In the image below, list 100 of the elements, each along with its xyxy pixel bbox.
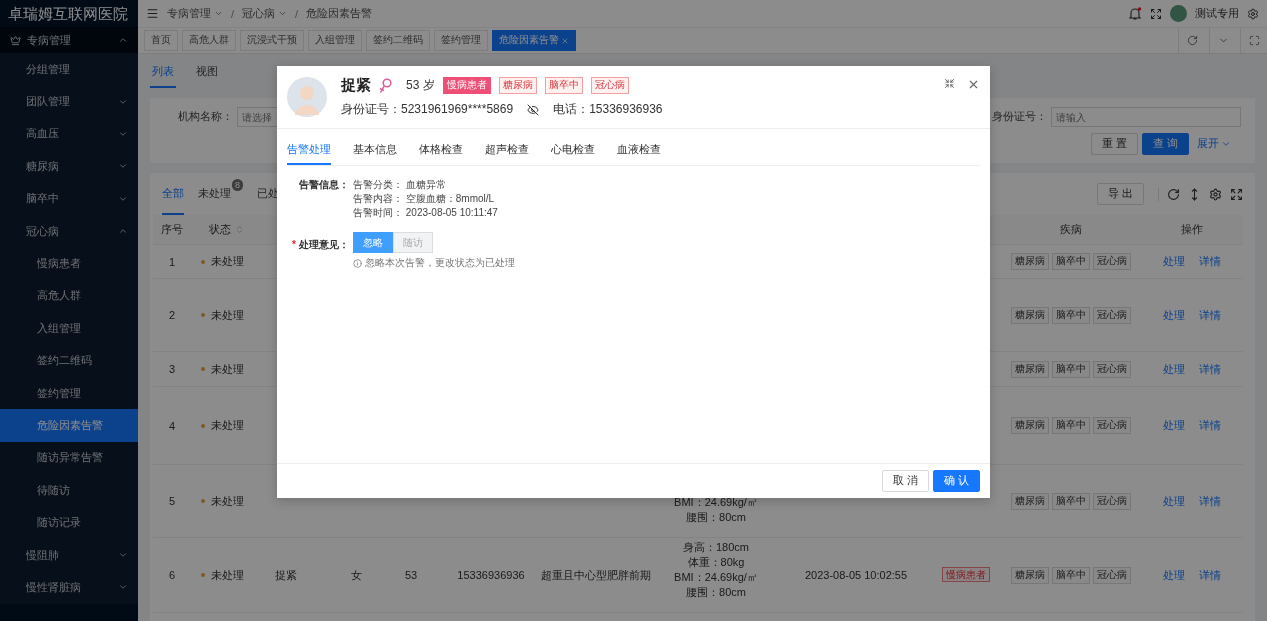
eye-off-icon[interactable] xyxy=(527,103,540,116)
crown-icon xyxy=(10,34,21,46)
refresh-icon[interactable] xyxy=(1167,187,1180,201)
fullscreen-icon xyxy=(1248,35,1260,46)
dialog-tab[interactable]: 血液检查 xyxy=(617,143,661,165)
settings-icon[interactable] xyxy=(1209,187,1222,201)
view-tab[interactable]: 视图 xyxy=(194,64,220,88)
hint-text: 忽略本次告警，更改状态为已处理 xyxy=(365,256,515,270)
page-tab[interactable]: 首页 xyxy=(144,30,178,51)
menu-item[interactable]: 高血压 xyxy=(0,117,138,151)
page-tab[interactable]: 高危人群 xyxy=(182,30,236,51)
id-number: 身份证号：5231961969****5869 xyxy=(341,101,514,118)
page-tab[interactable]: 危险因素告警 xyxy=(492,30,576,51)
action-link[interactable]: 处理 xyxy=(1163,567,1185,583)
page-tab[interactable]: 签约二维码 xyxy=(366,30,430,51)
menu-item[interactable]: 高危人群 xyxy=(0,279,138,313)
action-link[interactable]: 详情 xyxy=(1199,307,1221,323)
patient-name: 捉紧 xyxy=(341,76,371,95)
dialog-tab[interactable]: 告警处理 xyxy=(287,143,331,165)
input-field[interactable]: 请输入 xyxy=(1051,107,1241,127)
menu-item[interactable]: 随访记录 xyxy=(0,506,138,539)
action-link[interactable]: 处理 xyxy=(1163,254,1185,269)
disease-tag: 冠心病 xyxy=(1093,306,1131,324)
collapse-icon[interactable] xyxy=(944,78,955,89)
settings-icon[interactable] xyxy=(1247,7,1259,20)
action-link[interactable]: 处理 xyxy=(1163,493,1185,509)
breadcrumb-item[interactable]: 专病管理 xyxy=(167,6,223,21)
action-link[interactable]: 详情 xyxy=(1199,254,1221,269)
cancel-button[interactable]: 取 消 xyxy=(882,470,930,492)
dialog-tab[interactable]: 心电检查 xyxy=(551,143,595,165)
measure-text: BMI：24.69kg/㎡ xyxy=(674,495,758,510)
field-label: 告警信息： xyxy=(298,178,349,192)
option-button[interactable]: 随访 xyxy=(393,232,433,253)
menu-item[interactable]: 随访异常告警 xyxy=(0,441,138,475)
expand-link[interactable]: 展开 xyxy=(1193,137,1235,151)
page-tab[interactable]: 沉浸式干预 xyxy=(240,30,304,51)
action-link[interactable]: 详情 xyxy=(1199,493,1221,509)
menu-item[interactable]: 冠心病 xyxy=(0,214,138,248)
status-text: 未处理 xyxy=(211,567,244,583)
breadcrumb-item[interactable]: 危险因素告警 xyxy=(306,6,373,21)
menu-item[interactable]: 危险因素告警 xyxy=(0,409,138,442)
menu-item[interactable]: 专病管理 xyxy=(0,27,138,53)
fullscreen-icon[interactable] xyxy=(1230,187,1243,201)
measure-text: 体重：80kg xyxy=(687,555,745,570)
breadcrumb-item[interactable]: 冠心病 xyxy=(242,6,288,21)
menu-item[interactable]: 慢阻肺 xyxy=(0,538,138,572)
menu-item[interactable]: 糖尿病 xyxy=(0,150,138,183)
table-cell-text: 6 xyxy=(167,569,177,581)
chevron-down-icon xyxy=(214,9,223,18)
view-tab[interactable]: 列表 xyxy=(150,64,176,88)
dialog-tab[interactable]: 基本信息 xyxy=(353,143,397,165)
fullscreen-icon[interactable] xyxy=(1150,7,1162,20)
user-name[interactable]: 测试专用 xyxy=(1195,6,1239,21)
filter-tab[interactable]: 未处理 8 xyxy=(198,173,243,215)
info-icon xyxy=(353,258,362,268)
patient-tag: 慢病患者 xyxy=(942,567,990,582)
dialog-tab[interactable]: 超声检查 xyxy=(485,143,529,165)
page-tab[interactable]: 入组管理 xyxy=(308,30,362,51)
close-icon[interactable] xyxy=(967,78,980,91)
phone-number: 电话：15336936936 xyxy=(553,101,663,118)
action-link[interactable]: 详情 xyxy=(1199,418,1221,433)
page-tab[interactable]: 签约管理 xyxy=(434,30,488,51)
reset-button[interactable]: 重 置 xyxy=(1091,133,1139,155)
chevron-down-icon xyxy=(278,9,288,18)
table-cell-text: 1 xyxy=(167,255,177,268)
table-cell: 超重且中心型肥胖前期 xyxy=(541,567,651,583)
menu-item[interactable]: 慢性肾脏病 xyxy=(0,571,138,604)
menu-item[interactable]: 入组管理 xyxy=(0,312,138,345)
menu-item[interactable]: 团队管理 xyxy=(0,85,138,118)
disease-tag: 脑卒中 xyxy=(1052,306,1090,324)
menu-item[interactable]: 脑卒中 xyxy=(0,182,138,215)
export-button[interactable]: 导 出 xyxy=(1097,183,1144,205)
action-link[interactable]: 处理 xyxy=(1163,361,1185,377)
breadcrumb-separator: / xyxy=(231,7,235,20)
measure-text: 身高：180cm xyxy=(683,540,749,555)
bell-icon[interactable] xyxy=(1128,6,1142,21)
action-link[interactable]: 处理 xyxy=(1163,307,1185,323)
search-button[interactable]: 查 询 xyxy=(1142,133,1189,155)
measure-text: 腰围：80cm xyxy=(686,585,746,600)
alert-info-text: 告警分类： 血糖异常 xyxy=(353,178,447,192)
menu-item[interactable]: 签约二维码 xyxy=(0,344,138,377)
status-text: 未处理 xyxy=(211,493,244,509)
confirm-button[interactable]: 确 认 xyxy=(933,470,980,492)
menu-item[interactable]: 签约管理 xyxy=(0,376,138,410)
disease-tag: 脑卒中 xyxy=(1052,417,1090,434)
menu-item[interactable]: 待随访 xyxy=(0,474,138,507)
action-link[interactable]: 详情 xyxy=(1199,567,1221,583)
action-link[interactable]: 详情 xyxy=(1199,361,1221,377)
action-link[interactable]: 处理 xyxy=(1163,418,1185,433)
menu-item[interactable]: 分组管理 xyxy=(0,53,138,86)
table-cell-text: 53 xyxy=(403,569,419,581)
table-cell-text: 2023-08-05 10:02:55 xyxy=(803,569,909,581)
disease-tag: 糖尿病 xyxy=(1011,492,1049,510)
option-button[interactable]: 忽略 xyxy=(353,232,393,253)
menu-icon[interactable] xyxy=(146,7,159,20)
disease-tag: 冠心病 xyxy=(1093,360,1131,378)
dialog-tab[interactable]: 体格检查 xyxy=(419,143,463,165)
menu-item[interactable]: 慢病患者 xyxy=(0,247,138,280)
user-avatar[interactable] xyxy=(1170,5,1187,22)
column-header[interactable]: 状态 xyxy=(191,222,261,237)
